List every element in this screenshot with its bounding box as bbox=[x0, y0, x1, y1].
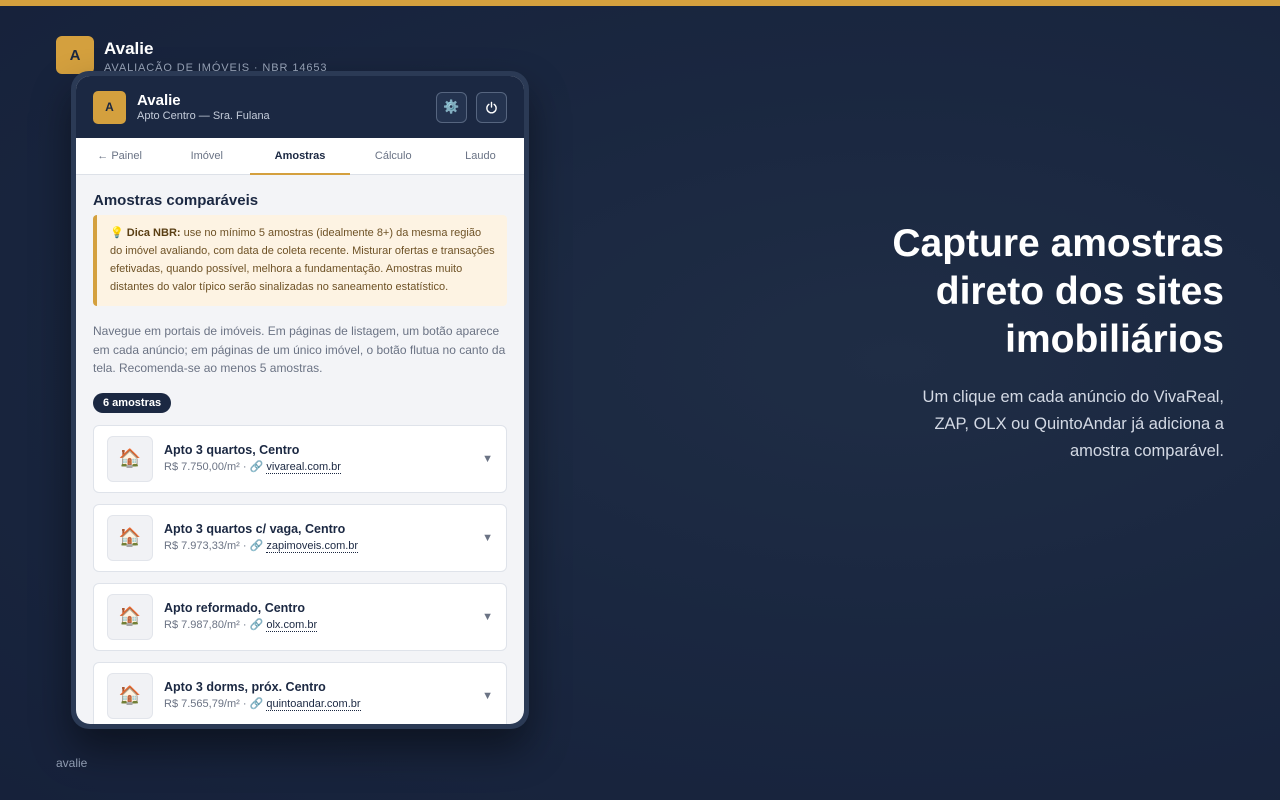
sample-title: Apto 3 quartos, Centro bbox=[164, 443, 300, 457]
link-icon: 🔗 bbox=[249, 540, 264, 552]
lightbulb-icon: 💡 bbox=[110, 227, 124, 239]
link-icon: 🔗 bbox=[249, 698, 264, 710]
app-name: Avalie bbox=[137, 91, 181, 109]
hero-title: Capture amostras direto dos sites imobil… bbox=[804, 220, 1224, 364]
sample-price: R$ 7.750,00/m² bbox=[164, 461, 240, 473]
sample-source-link[interactable]: olx.com.br bbox=[266, 619, 318, 632]
sample-price: R$ 7.565,79/m² bbox=[164, 698, 240, 710]
sample-source-link[interactable]: zapimoveis.com.br bbox=[266, 540, 359, 553]
samples-panel: Amostras comparáveis 💡 Dica NBR: use no … bbox=[76, 175, 524, 724]
tip-label: Dica NBR: bbox=[126, 227, 181, 239]
app-subtitle: Apto Centro — Sra. Fulana bbox=[137, 109, 270, 122]
brand-logo: A bbox=[56, 36, 94, 74]
gear-icon: ⚙️ bbox=[443, 99, 460, 114]
hero-description: Um clique em cada anúncio do VivaReal, Z… bbox=[804, 384, 1224, 465]
hero-title-line: imobiliários bbox=[1005, 318, 1224, 361]
nbr-tip-box: 💡 Dica NBR: use no mínimo 5 amostras (id… bbox=[93, 215, 507, 306]
house-icon: 🏠 bbox=[107, 593, 153, 640]
power-button[interactable] bbox=[476, 91, 507, 123]
sample-card[interactable]: 🏠 Apto 3 quartos c/ vaga, Centro R$ 7.97… bbox=[93, 503, 507, 572]
tab-painel[interactable]: ← Painel bbox=[76, 138, 163, 174]
extension-screen: A Avalie Apto Centro — Sra. Fulana ⚙️ ← … bbox=[76, 76, 524, 724]
tab-calculo[interactable]: Cálculo bbox=[350, 138, 437, 174]
house-icon: 🏠 bbox=[107, 514, 153, 561]
link-icon: 🔗 bbox=[249, 461, 264, 473]
sample-card[interactable]: 🏠 Apto reformado, Centro R$ 7.987,80/m² … bbox=[93, 582, 507, 651]
sample-title: Apto reformado, Centro bbox=[164, 601, 305, 615]
app-header: A Avalie Apto Centro — Sra. Fulana ⚙️ bbox=[76, 76, 524, 138]
settings-button[interactable]: ⚙️ bbox=[436, 91, 467, 123]
house-icon: 🏠 bbox=[107, 435, 153, 482]
sample-card[interactable]: 🏠 Apto 3 dorms, próx. Centro R$ 7.565,79… bbox=[93, 661, 507, 724]
sample-title: Apto 3 dorms, próx. Centro bbox=[164, 680, 326, 694]
samples-list: 🏠 Apto 3 quartos, Centro R$ 7.750,00/m² … bbox=[93, 424, 507, 724]
footer-brand: avalie bbox=[56, 756, 88, 770]
sample-price: R$ 7.973,33/m² bbox=[164, 540, 240, 552]
chevron-down-icon[interactable]: ▼ bbox=[482, 690, 493, 702]
sample-source-link[interactable]: vivareal.com.br bbox=[266, 461, 341, 474]
tab-amostras[interactable]: Amostras bbox=[250, 138, 350, 175]
tab-bar: ← Painel Imóvel Amostras Cálculo Laudo bbox=[76, 138, 524, 175]
tab-laudo[interactable]: Laudo bbox=[437, 138, 524, 174]
sample-source-link[interactable]: quintoandar.com.br bbox=[266, 698, 361, 711]
sample-price: R$ 7.987,80/m² bbox=[164, 619, 240, 631]
hero-description-line: Um clique em cada anúncio do VivaReal, bbox=[922, 388, 1224, 406]
chevron-down-icon[interactable]: ▼ bbox=[482, 532, 493, 544]
chevron-down-icon[interactable]: ▼ bbox=[482, 611, 493, 623]
brand-header: A Avalie AVALIAÇÃO DE IMÓVEIS · NBR 1465… bbox=[56, 36, 327, 75]
app-logo: A bbox=[93, 90, 126, 124]
hero-title-line: direto dos sites bbox=[935, 270, 1224, 313]
phone-mockup: A Avalie Apto Centro — Sra. Fulana ⚙️ ← … bbox=[71, 71, 529, 729]
top-accent-bar bbox=[0, 0, 1280, 6]
hero-title-line: Capture amostras bbox=[892, 222, 1224, 265]
samples-count-badge: 6 amostras bbox=[93, 392, 172, 413]
power-icon bbox=[486, 101, 497, 114]
link-icon: 🔗 bbox=[249, 619, 264, 631]
section-title: Amostras comparáveis bbox=[93, 192, 259, 209]
sample-title: Apto 3 quartos c/ vaga, Centro bbox=[164, 522, 346, 536]
instructions-text: Navegue em portais de imóveis. Em página… bbox=[93, 324, 506, 375]
hero-section: Capture amostras direto dos sites imobil… bbox=[804, 220, 1224, 465]
hero-description-line: ZAP, OLX ou QuintoAndar já adiciona a bbox=[934, 415, 1224, 433]
tab-imovel[interactable]: Imóvel bbox=[163, 138, 250, 174]
hero-description-line: amostra comparável. bbox=[1069, 442, 1224, 460]
brand-name: Avalie bbox=[104, 39, 154, 58]
sample-card[interactable]: 🏠 Apto 3 quartos, Centro R$ 7.750,00/m² … bbox=[93, 424, 507, 493]
chevron-down-icon[interactable]: ▼ bbox=[482, 453, 493, 465]
house-icon: 🏠 bbox=[107, 672, 153, 719]
